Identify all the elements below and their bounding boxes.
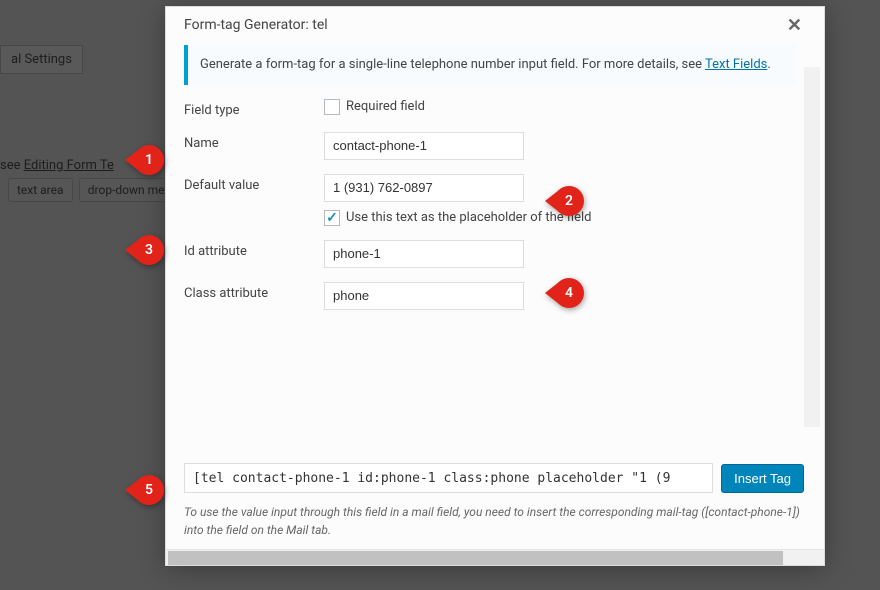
required-wrap: Required field — [324, 99, 796, 115]
mail-tag: [contact-phone-1] — [705, 505, 796, 519]
marker-2-num: 2 — [554, 186, 584, 216]
marker-5: 5 — [125, 475, 164, 505]
name-input[interactable] — [324, 132, 524, 160]
marker-1-num: 1 — [134, 145, 164, 175]
modal-footer: Insert Tag To use the value input throug… — [166, 452, 824, 549]
generated-tag-input[interactable] — [184, 463, 713, 493]
id-input[interactable] — [324, 240, 524, 268]
marker-4: 4 — [545, 278, 584, 308]
tag-row: Insert Tag — [184, 463, 804, 493]
row-class-attribute: Class attribute — [184, 282, 796, 310]
default-label: Default value — [184, 174, 324, 193]
default-value-input[interactable] — [324, 174, 524, 202]
modal-header: Form-tag Generator: tel ✕ — [166, 7, 824, 39]
hscroll-thumb[interactable] — [168, 551, 783, 565]
notice-text: Generate a form-tag for a single-line te… — [200, 57, 705, 72]
footer-hint: To use the value input through this fiel… — [184, 503, 804, 539]
horizontal-scrollbar[interactable] — [166, 549, 824, 565]
placeholder-checkbox[interactable] — [324, 210, 340, 226]
id-label: Id attribute — [184, 240, 324, 259]
class-label: Class attribute — [184, 282, 324, 301]
hint-before: To use the value input through this fiel… — [184, 505, 705, 519]
notice-suffix: . — [767, 57, 770, 72]
modal-title: Form-tag Generator: tel — [184, 17, 328, 33]
row-name: Name — [184, 132, 796, 160]
modal-body: Generate a form-tag for a single-line te… — [166, 39, 824, 452]
marker-3-num: 3 — [134, 235, 164, 265]
row-field-type: Field type Required field — [184, 99, 796, 118]
vertical-scrollbar[interactable] — [804, 67, 820, 427]
marker-2: 2 — [545, 186, 584, 216]
required-checkbox[interactable] — [324, 99, 340, 115]
marker-5-num: 5 — [134, 475, 164, 505]
class-input[interactable] — [324, 282, 524, 310]
name-label: Name — [184, 132, 324, 151]
form-tag-modal: Form-tag Generator: tel ✕ Generate a for… — [165, 6, 825, 566]
row-default-value: Default value Use this text as the place… — [184, 174, 796, 226]
marker-3: 3 — [125, 235, 164, 265]
marker-1: 1 — [125, 145, 164, 175]
field-type-label: Field type — [184, 99, 324, 118]
info-notice: Generate a form-tag for a single-line te… — [184, 45, 796, 85]
close-icon[interactable]: ✕ — [787, 15, 802, 36]
insert-tag-button[interactable]: Insert Tag — [721, 464, 804, 493]
required-label[interactable]: Required field — [346, 99, 425, 114]
row-id-attribute: Id attribute — [184, 240, 796, 268]
marker-4-num: 4 — [554, 278, 584, 308]
text-fields-link[interactable]: Text Fields — [705, 57, 767, 72]
